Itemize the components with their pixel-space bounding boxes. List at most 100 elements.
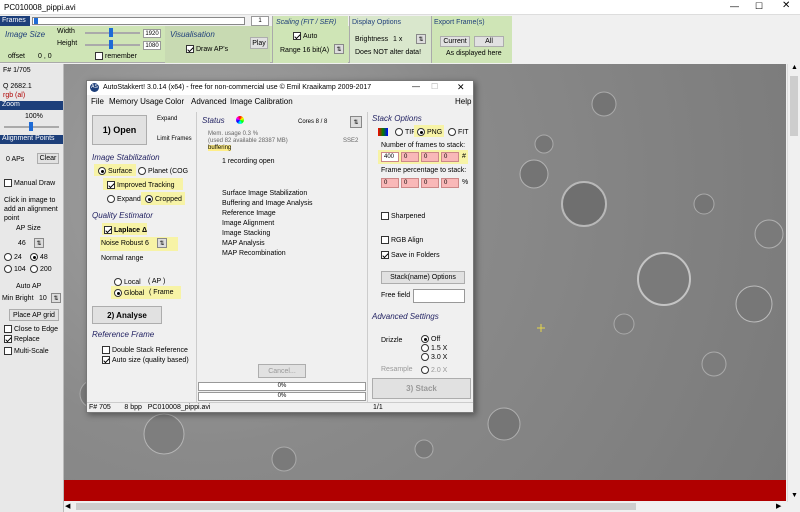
ap-size-200-radio[interactable] — [30, 265, 38, 273]
clear-button[interactable]: Clear — [37, 153, 59, 164]
drizzle-30-radio[interactable]: 3.0 X — [421, 353, 447, 361]
frames-slider[interactable] — [32, 17, 245, 25]
draw-aps-box[interactable] — [186, 45, 194, 53]
ap-size-24-radio[interactable] — [4, 253, 12, 261]
auto-checkbox[interactable]: Auto — [293, 32, 317, 40]
cancel-button[interactable]: Cancel... — [258, 364, 306, 378]
draw-aps-checkbox[interactable]: Draw AP's — [186, 45, 228, 53]
surface-radio-dot[interactable] — [98, 167, 106, 175]
maximize-icon[interactable]: ☐ — [755, 1, 763, 12]
brightness-stepper-icon[interactable]: ⇅ — [416, 34, 426, 44]
drizzle-15-dot[interactable] — [421, 344, 429, 352]
rgb-align-box[interactable] — [381, 236, 389, 244]
height-slider-thumb[interactable] — [109, 40, 113, 49]
multi-scale-box[interactable] — [4, 347, 12, 355]
frames-stack-1[interactable]: 400 — [381, 152, 399, 162]
drizzle-30-dot[interactable] — [421, 353, 429, 361]
ap-size-104-radio[interactable] — [4, 265, 12, 273]
ap-size-stepper-icon[interactable]: ⇅ — [34, 238, 44, 248]
scroll-right-icon[interactable]: ▶ — [776, 502, 781, 510]
frames-stack-4[interactable]: 0 — [441, 152, 459, 162]
tif-radio[interactable]: TIF — [395, 128, 416, 136]
stackname-options-button[interactable]: Stack(name) Options — [381, 271, 465, 284]
free-field-input[interactable] — [413, 289, 465, 303]
laplace-checkbox[interactable]: Laplace Δ — [104, 226, 147, 234]
percent-3[interactable]: 0 — [421, 178, 439, 188]
planet-radio-dot[interactable] — [138, 167, 146, 175]
scroll-thumb[interactable] — [790, 76, 798, 136]
menu-file[interactable]: File — [91, 97, 104, 106]
manual-draw-checkbox[interactable]: Manual Draw — [4, 179, 55, 187]
rgb-align-checkbox[interactable]: RGB Align — [381, 236, 423, 244]
scroll-down-icon[interactable]: ▼ — [791, 492, 798, 499]
percent-1[interactable]: 0 — [381, 178, 399, 188]
png-radio-dot[interactable] — [417, 128, 425, 136]
planet-radio[interactable]: Planet (COG — [138, 167, 188, 175]
resample-20-radio[interactable]: 2.0 X — [421, 366, 447, 374]
double-stack-checkbox[interactable]: Double Stack Reference — [102, 346, 188, 354]
dialog-close-icon[interactable]: ✕ — [457, 82, 465, 93]
improved-tracking-checkbox[interactable]: Improved Tracking — [107, 181, 175, 189]
dialog-maximize-icon[interactable]: ☐ — [431, 82, 438, 91]
ap-size-200[interactable]: 200 — [30, 265, 52, 273]
expand-radio[interactable]: Expand — [107, 195, 141, 203]
noise-stepper-icon[interactable]: ⇅ — [157, 238, 167, 248]
auto-box[interactable] — [293, 32, 301, 40]
limit-frames-label[interactable]: Limit Frames — [157, 136, 192, 142]
hscroll-thumb[interactable] — [76, 503, 636, 510]
minimize-icon[interactable]: — — [730, 1, 739, 11]
png-radio[interactable]: PNG — [417, 128, 442, 136]
save-folders-checkbox[interactable]: Save in Folders — [381, 251, 440, 259]
percent-4[interactable]: 0 — [441, 178, 459, 188]
close-edge-box[interactable] — [4, 325, 12, 333]
global-radio-dot[interactable] — [114, 289, 122, 297]
vertical-scrollbar[interactable]: ▲ ▼ — [787, 64, 800, 502]
place-ap-grid-button[interactable]: Place AP grid — [9, 309, 59, 321]
menu-help[interactable]: Help — [455, 97, 471, 106]
replace-checkbox[interactable]: Replace — [4, 335, 40, 343]
scroll-left-icon[interactable]: ◀ — [65, 502, 70, 510]
global-radio[interactable]: Global — [114, 289, 144, 297]
zoom-slider-thumb[interactable] — [29, 122, 33, 131]
auto-size-checkbox[interactable]: Auto size (quality based) — [102, 356, 189, 364]
menu-memory-usage[interactable]: Memory Usage — [109, 97, 163, 106]
manual-draw-box[interactable] — [4, 179, 12, 187]
auto-size-box[interactable] — [102, 356, 110, 364]
drizzle-15-radio[interactable]: 1.5 X — [421, 344, 447, 352]
horizontal-scrollbar[interactable]: ◀ ▶ — [64, 501, 787, 512]
cores-stepper-icon[interactable]: ⇅ — [350, 116, 362, 128]
improved-tracking-box[interactable] — [107, 181, 115, 189]
local-radio[interactable]: Local — [114, 278, 141, 286]
drizzle-off-radio[interactable]: Off — [421, 335, 440, 343]
replace-box[interactable] — [4, 335, 12, 343]
ap-size-24[interactable]: 24 — [4, 253, 22, 261]
local-radio-dot[interactable] — [114, 278, 122, 286]
frames-stack-3[interactable]: 0 — [421, 152, 439, 162]
remember-checkbox[interactable]: remember — [95, 52, 137, 60]
ap-size-104[interactable]: 104 — [4, 265, 26, 273]
menu-image-calibration[interactable]: Image Calibration — [230, 97, 293, 106]
stack-button[interactable]: 3) Stack — [372, 378, 471, 399]
range-stepper-icon[interactable]: ⇅ — [334, 44, 344, 54]
cropped-radio-dot[interactable] — [145, 195, 153, 203]
multi-scale-checkbox[interactable]: Multi-Scale — [4, 347, 49, 355]
menu-color[interactable]: Color — [165, 97, 184, 106]
remember-box[interactable] — [95, 52, 103, 60]
ap-size-48[interactable]: 48 — [30, 253, 48, 261]
open-button[interactable]: 1) Open — [92, 115, 147, 145]
ap-size-48-radio[interactable] — [30, 253, 38, 261]
percent-2[interactable]: 0 — [401, 178, 419, 188]
scroll-up-icon[interactable]: ▲ — [791, 64, 798, 71]
dialog-minimize-icon[interactable]: — — [412, 82, 420, 91]
expand-radio-dot[interactable] — [107, 195, 115, 203]
surface-radio[interactable]: Surface — [98, 167, 132, 175]
play-button[interactable]: Play — [250, 37, 268, 49]
sharpened-checkbox[interactable]: Sharpened — [381, 212, 425, 220]
laplace-box[interactable] — [104, 226, 112, 234]
width-slider-thumb[interactable] — [109, 28, 113, 37]
color-wheel-icon[interactable] — [236, 116, 244, 124]
frames-counter[interactable]: 1 — [251, 16, 269, 26]
frames-slider-thumb[interactable] — [34, 18, 38, 24]
close-edge-checkbox[interactable]: Close to Edge — [4, 325, 58, 333]
height-value[interactable]: 1080 — [143, 41, 161, 50]
